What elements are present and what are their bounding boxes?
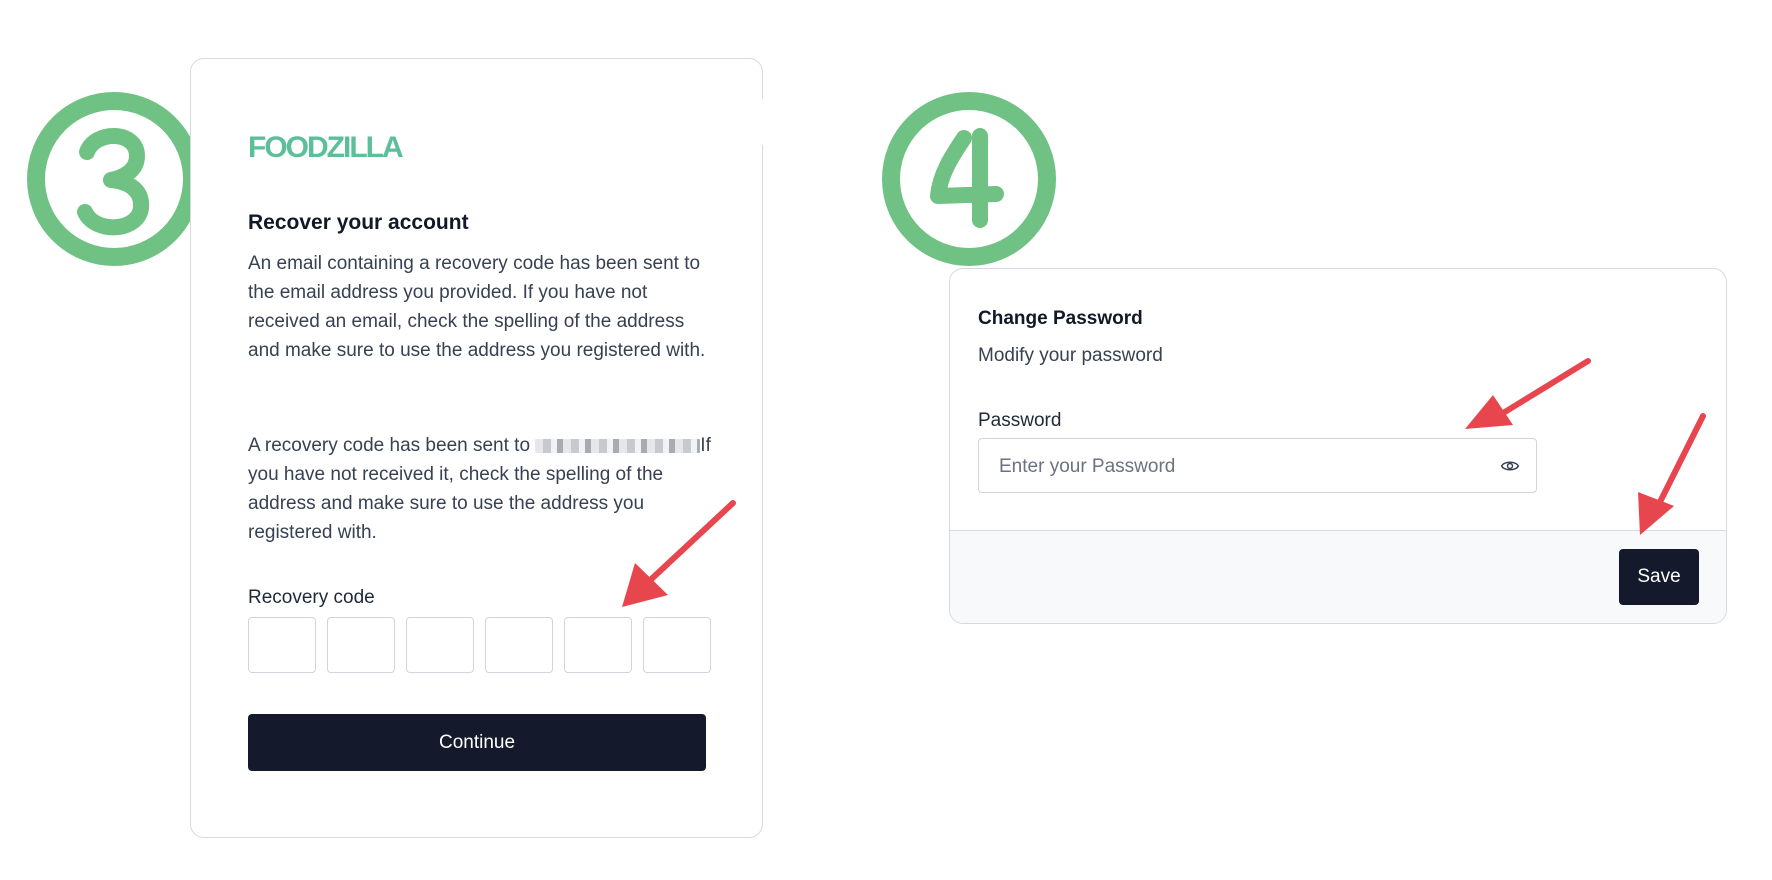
step-4-badge xyxy=(880,90,1058,268)
recovery-info-text: An email containing a recovery code has … xyxy=(248,253,706,361)
change-password-card: Change Password Modify your password Pas… xyxy=(949,268,1727,624)
change-password-subtitle: Modify your password xyxy=(978,345,1163,366)
recovery-code-digit-2[interactable] xyxy=(327,617,395,673)
recovery-code-digit-4[interactable] xyxy=(485,617,553,673)
recovery-code-digit-1[interactable] xyxy=(248,617,316,673)
annotation-arrow-password xyxy=(1465,358,1591,429)
step-3-badge xyxy=(25,90,203,268)
redacted-email xyxy=(535,439,701,453)
recover-account-card: FOODZILLA Recover your account An email … xyxy=(190,58,765,838)
password-field xyxy=(978,438,1537,494)
save-button[interactable]: Save xyxy=(1619,549,1699,605)
recovery-sent-prefix: A recovery code has been sent to xyxy=(248,435,536,456)
recovery-code-digit-5[interactable] xyxy=(564,617,632,673)
card-footer: Save xyxy=(950,530,1726,623)
annotation-arrow-recovery-code xyxy=(622,500,736,607)
recovery-code-inputs xyxy=(248,617,711,673)
eye-icon[interactable] xyxy=(1500,456,1520,476)
continue-button[interactable]: Continue xyxy=(248,714,706,771)
change-password-title: Change Password xyxy=(978,308,1143,329)
recovery-code-digit-6[interactable] xyxy=(643,617,711,673)
foodzilla-logo: FOODZILLA xyxy=(248,131,404,164)
password-input[interactable] xyxy=(997,439,1481,494)
annotation-arrow-save xyxy=(1638,413,1706,535)
password-label: Password xyxy=(978,410,1062,431)
recover-heading: Recover your account xyxy=(248,211,469,234)
recovery-code-digit-3[interactable] xyxy=(406,617,474,673)
recovery-code-label: Recovery code xyxy=(248,587,375,608)
